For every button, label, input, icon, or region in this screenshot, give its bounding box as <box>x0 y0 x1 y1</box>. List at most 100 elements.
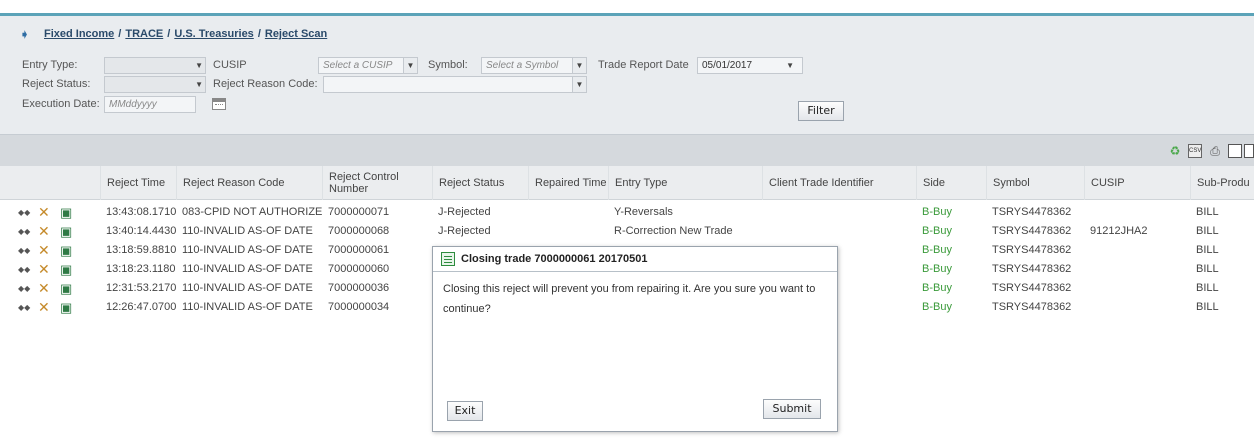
csv-export-icon[interactable]: CSV <box>1188 144 1202 158</box>
binoculars-icon[interactable]: ◆◆ <box>18 281 30 296</box>
breadcrumb-separator: / <box>167 28 171 40</box>
cell-repaired-time <box>528 222 608 241</box>
save-icon[interactable] <box>1228 144 1242 158</box>
breadcrumb-separator: / <box>118 28 122 40</box>
cell-side: B-Buy <box>922 225 952 237</box>
cell-cusip <box>1084 260 1190 279</box>
table-row[interactable]: ◆◆ ✕ ▣ 13:40:14.4430 110-INVALID AS-OF DATE 7… <box>0 222 1254 241</box>
entry-type-select[interactable]: ▼ <box>104 57 206 74</box>
breadcrumb-separator: / <box>257 28 261 40</box>
exit-door-icon[interactable]: ▣ <box>60 281 72 296</box>
column-reject-control-number[interactable]: Reject Control Number <box>322 166 432 200</box>
binoculars-icon[interactable]: ◆◆ <box>18 224 30 239</box>
column-symbol[interactable]: Symbol <box>986 166 1084 200</box>
row-actions: ◆◆ ✕ ▣ <box>18 205 98 221</box>
cusip-select[interactable]: Select a CUSIP ▼ <box>318 57 418 74</box>
cell-sub-product: BILL <box>1196 301 1219 313</box>
tools-icon[interactable]: ✕ <box>38 224 50 239</box>
reject-status-select[interactable]: ▼ <box>104 76 206 93</box>
dialog-title: Closing trade 7000000061 20170501 <box>461 253 648 265</box>
exit-door-icon[interactable]: ▣ <box>60 262 72 277</box>
cell-side: B-Buy <box>922 301 952 313</box>
column-side[interactable]: Side <box>916 166 986 200</box>
cell-symbol: TSRYS4478362 <box>992 206 1072 218</box>
tools-icon[interactable]: ✕ <box>38 281 50 296</box>
cell-entry-type: R-Correction New Trade <box>614 225 733 237</box>
collapse-icon[interactable] <box>1244 144 1254 158</box>
cell-cusip <box>1084 203 1190 222</box>
column-reject-time[interactable]: Reject Time <box>100 166 176 200</box>
filter-button[interactable]: Filter <box>798 101 844 121</box>
cell-cusip <box>1084 279 1190 298</box>
tools-icon[interactable]: ✕ <box>38 243 50 258</box>
cell-reject-reason-code: 110-INVALID AS-OF DATE <box>182 225 313 237</box>
tools-icon[interactable]: ✕ <box>38 300 50 315</box>
column-reject-status[interactable]: Reject Status <box>432 166 528 200</box>
print-icon[interactable]: ⎙ <box>1208 144 1222 158</box>
tools-icon[interactable]: ✕ <box>38 205 50 220</box>
cell-reject-time: 13:18:23.1180 <box>106 263 176 275</box>
calendar-icon[interactable] <box>212 98 226 110</box>
cell-reject-control-number: 7000000071 <box>328 206 390 218</box>
chevron-down-icon: ▼ <box>403 58 417 73</box>
exit-door-icon[interactable]: ▣ <box>60 243 72 258</box>
arrow-right-icon: ➧ <box>20 29 30 41</box>
symbol-label: Symbol: <box>428 59 468 71</box>
cell-symbol: TSRYS4478362 <box>992 263 1072 275</box>
exit-door-icon[interactable]: ▣ <box>60 224 72 239</box>
dialog-title-bar: Closing trade 7000000061 20170501 <box>433 247 837 272</box>
execution-date-label: Execution Date: <box>22 98 100 110</box>
dialog-message: Closing this reject will prevent you fro… <box>443 283 816 315</box>
exit-door-icon[interactable]: ▣ <box>60 300 72 315</box>
column-reject-reason-code[interactable]: Reject Reason Code <box>176 166 322 200</box>
binoculars-icon[interactable]: ◆◆ <box>18 243 30 258</box>
cell-side: B-Buy <box>922 244 952 256</box>
breadcrumb-us-treasuries[interactable]: U.S. Treasuries <box>174 28 254 40</box>
breadcrumb-reject-scan[interactable]: Reject Scan <box>265 28 327 40</box>
cell-reject-reason-code: 083-CPID NOT AUTHORIZED <box>182 206 322 218</box>
cell-side: B-Buy <box>922 206 952 218</box>
trade-report-date-select[interactable]: 05/01/2017 ▼ <box>697 57 803 74</box>
refresh-icon[interactable]: ♻ <box>1168 144 1182 158</box>
cell-cusip <box>1084 298 1190 317</box>
binoculars-icon[interactable]: ◆◆ <box>18 205 30 220</box>
exit-button[interactable]: Exit <box>447 401 483 421</box>
chevron-down-icon: ▼ <box>786 61 794 70</box>
cell-symbol: TSRYS4478362 <box>992 301 1072 313</box>
tools-icon[interactable]: ✕ <box>38 262 50 277</box>
binoculars-icon[interactable]: ◆◆ <box>18 262 30 277</box>
cell-reject-control-number: 7000000068 <box>328 225 390 237</box>
column-repaired-time[interactable]: Repaired Time <box>528 166 608 200</box>
cell-reject-reason-code: 110-INVALID AS-OF DATE <box>182 282 313 294</box>
column-entry-type[interactable]: Entry Type <box>608 166 762 200</box>
binoculars-icon[interactable]: ◆◆ <box>18 300 30 315</box>
cell-reject-reason-code: 110-INVALID AS-OF DATE <box>182 301 313 313</box>
cell-client-trade-identifier <box>762 222 916 241</box>
cell-reject-time: 12:31:53.2170 <box>106 282 176 294</box>
cell-reject-control-number: 7000000061 <box>328 244 390 256</box>
column-sub-product[interactable]: Sub-Produ <box>1190 166 1254 200</box>
document-icon <box>441 252 455 266</box>
reject-reason-code-label: Reject Reason Code: <box>213 78 318 90</box>
column-client-trade-identifier[interactable]: Client Trade Identifier <box>762 166 916 200</box>
trade-report-date-label: Trade Report Date <box>598 59 689 71</box>
symbol-select[interactable]: Select a Symbol ▼ <box>481 57 587 74</box>
cell-entry-type: Y-Reversals <box>614 206 673 218</box>
cell-sub-product: BILL <box>1196 263 1219 275</box>
cell-reject-control-number: 7000000034 <box>328 301 390 313</box>
cell-side: B-Buy <box>922 263 952 275</box>
chevron-down-icon: ▼ <box>572 77 586 92</box>
submit-button[interactable]: Submit <box>763 399 821 419</box>
exit-door-icon[interactable]: ▣ <box>60 205 72 220</box>
row-actions: ◆◆ ✕ ▣ <box>18 300 98 316</box>
breadcrumb-fixed-income[interactable]: Fixed Income <box>44 28 114 40</box>
reject-reason-code-select[interactable]: ▼ <box>323 76 587 93</box>
cell-reject-time: 13:18:59.8810 <box>106 244 176 256</box>
table-row[interactable]: ◆◆ ✕ ▣ 13:43:08.1710 083-CPID NOT AUTHORIZED… <box>0 203 1254 222</box>
cell-reject-time: 12:26:47.0700 <box>106 301 176 313</box>
grid-toolbar: ♻ CSV ⎙ <box>0 134 1254 166</box>
execution-date-input[interactable]: MMddyyyy <box>104 96 196 113</box>
breadcrumb-trace[interactable]: TRACE <box>125 28 163 40</box>
cell-cusip <box>1084 241 1190 260</box>
column-cusip[interactable]: CUSIP <box>1084 166 1190 200</box>
